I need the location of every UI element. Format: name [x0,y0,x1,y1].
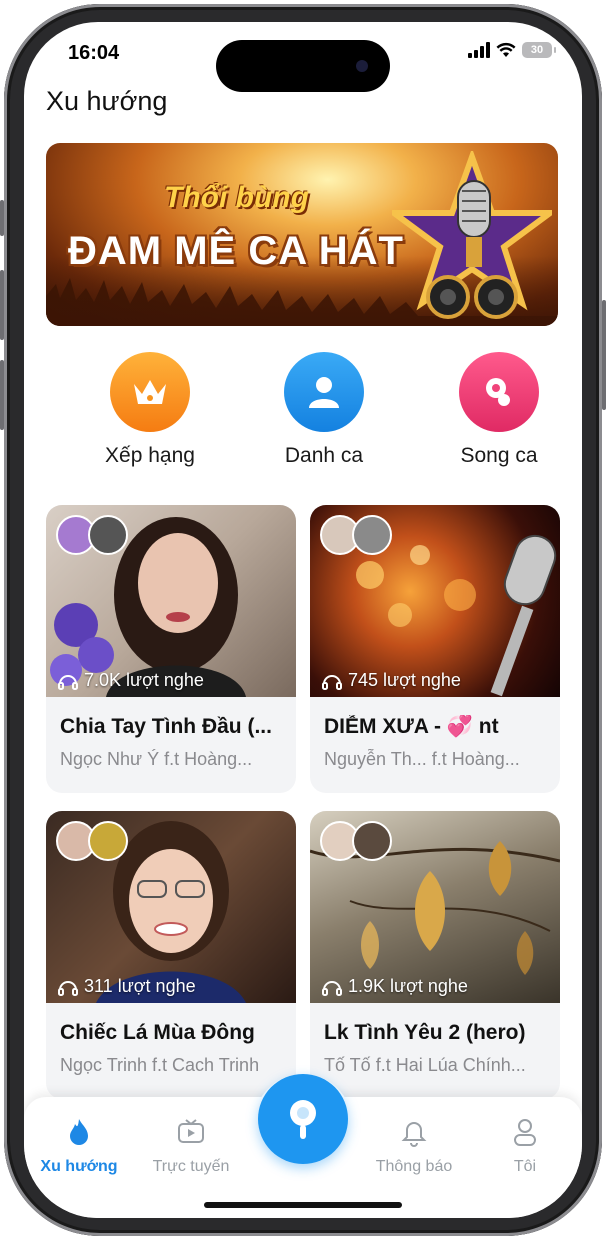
home-indicator[interactable] [204,1202,402,1208]
category-duet[interactable]: Song ca [429,352,569,468]
play-count: 1.9K lượt nghe [322,976,468,997]
category-label: Song ca [460,444,538,467]
song-thumbnail: 1.9K lượt nghe [310,811,560,1003]
avatar [352,821,392,861]
category-row: Xếp hạng Danh ca Song ca [46,352,558,482]
banner-title: ĐAM MÊ CA HÁT [68,229,404,273]
category-singers[interactable]: Danh ca [254,352,394,468]
camera-icon [356,60,368,72]
avatar [352,515,392,555]
play-count-text: 1.9K lượt nghe [348,976,468,996]
microphone-star-icon [392,151,552,319]
category-label: Danh ca [284,444,364,467]
play-count-text: 311 lượt nghe [84,976,196,996]
participants [56,515,128,555]
song-artists: Ngọc Như Ý f.t Hoàng... [60,749,253,769]
power-button [602,300,606,410]
battery-icon: 30 [522,42,556,58]
person-icon [284,352,364,432]
tab-trending[interactable]: Xu hướng [24,1117,134,1176]
tab-profile[interactable]: Tôi [470,1117,580,1176]
participants [320,515,392,555]
song-title: DIỄM XƯA - 💞 nt [324,715,499,738]
status-time: 16:04 [68,42,120,64]
search-sing-button[interactable] [258,1074,348,1164]
song-card[interactable]: 311 lượt nghe Chiếc Lá Mùa Đông Ngọc Tri… [46,811,296,1099]
headphones-icon [58,980,78,996]
play-count: 745 lượt nghe [322,670,461,691]
tab-label: Trực tuyến [152,1158,230,1175]
cellular-signal-icon [468,42,490,58]
play-count-text: 7.0K lượt nghe [84,670,204,690]
play-count: 311 lượt nghe [58,976,196,997]
avatar [88,821,128,861]
headphones-icon [322,980,342,996]
play-count-text: 745 lượt nghe [348,670,461,690]
status-icons: 30 [468,42,556,58]
song-card[interactable]: 7.0K lượt nghe Chia Tay Tình Đầu (... Ng… [46,505,296,793]
search-mic-icon [290,1100,316,1139]
headphones-icon [58,674,78,690]
song-artists: Nguyễn Th... f.t Hoàng... [324,749,520,769]
screen: 16:04 30 Xu hướng Thổi bùng ĐAM MÊ CA HÁ… [24,22,582,1218]
tab-label: Tôi [513,1158,537,1175]
song-thumbnail: 7.0K lượt nghe [46,505,296,697]
tab-notifications[interactable]: Thông báo [359,1117,469,1176]
page-title: Xu hướng [46,86,168,116]
play-count: 7.0K lượt nghe [58,670,204,691]
category-ranking[interactable]: Xếp hạng [80,352,220,468]
battery-level: 30 [530,44,544,56]
song-card[interactable]: 745 lượt nghe DIỄM XƯA - 💞 nt Nguyễn Th.… [310,505,560,793]
tab-live[interactable]: Trực tuyến [136,1117,246,1176]
song-card[interactable]: 1.9K lượt nghe Lk Tình Yêu 2 (hero) Tố T… [310,811,560,1099]
participants [56,821,128,861]
song-thumbnail: 311 lượt nghe [46,811,296,1003]
tv-icon [178,1119,204,1143]
profile-icon [514,1119,536,1146]
phone-frame: 16:04 30 Xu hướng Thổi bùng ĐAM MÊ CA HÁ… [0,0,606,1240]
song-title: Lk Tình Yêu 2 (hero) [324,1021,526,1044]
bell-icon [401,1122,427,1147]
song-artists: Ngọc Trinh f.t Cach Trinh [60,1055,260,1075]
song-title: Chiếc Lá Mùa Đông [60,1021,255,1044]
song-thumbnail: 745 lượt nghe [310,505,560,697]
banner-subtitle: Thổi bùng [164,181,309,214]
tab-label: Xu hướng [40,1158,118,1175]
flame-icon [70,1119,88,1145]
song-artists: Tố Tố f.t Hai Lúa Chính... [324,1055,526,1075]
tab-label: Thông báo [375,1158,453,1175]
wifi-icon [496,42,516,57]
avatar [88,515,128,555]
song-title: Chia Tay Tình Đầu (... [60,715,272,738]
dynamic-island [216,40,390,92]
duet-icon [459,352,539,432]
category-label: Xếp hạng [105,444,195,467]
promo-banner[interactable]: Thổi bùng ĐAM MÊ CA HÁT [46,143,558,326]
crown-icon [110,352,190,432]
participants [320,821,392,861]
headphones-icon [322,674,342,690]
